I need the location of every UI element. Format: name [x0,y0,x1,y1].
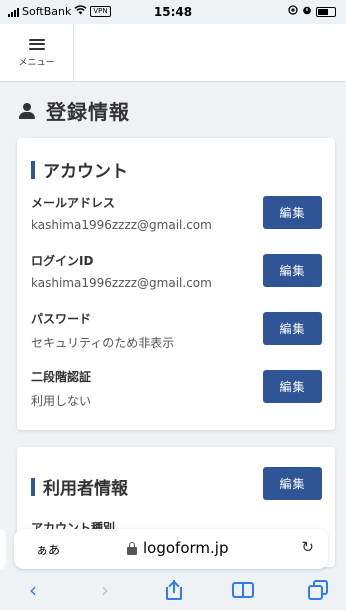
tabs-icon[interactable] [308,580,328,600]
back-icon[interactable]: ‹ [18,578,48,602]
menu-button[interactable]: メニュー [0,24,74,82]
page-title: 登録情報 [18,96,130,125]
hamburger-icon [28,38,45,50]
app-frame: SoftBank VPN 15:48 メニュー 登録情報 アカウント メールアド… [0,0,346,610]
share-icon[interactable] [166,580,182,600]
two-factor-label: 二段階認証 [31,370,92,384]
lock-icon [127,542,137,555]
login-id-label: ログインID [31,254,94,268]
edit-login-id-button[interactable]: 編集 [263,254,322,287]
email-value: kashima1996zzzz@gmail.com [31,218,212,232]
edit-password-button[interactable]: 編集 [263,312,322,345]
status-right [288,5,336,18]
battery-icon [316,6,336,17]
menu-label: メニュー [18,57,55,68]
alarm-icon [302,5,312,18]
edit-two-factor-button[interactable]: 編集 [263,370,322,403]
email-label: メールアドレス [31,196,116,210]
password-label: パスワード [31,312,92,326]
section-accent-bar [31,160,35,179]
account-section-header: アカウント [31,157,128,182]
browser-toolbar: ‹ › [0,574,346,610]
account-card: アカウント メールアドレス kashima1996zzzz@gmail.com … [17,138,335,430]
edit-user-info-button[interactable]: 編集 [263,467,322,500]
user-section-title: 利用者情報 [43,479,128,499]
reader-aa-button[interactable]: ぁあ [36,541,60,558]
person-icon [18,102,36,120]
login-id-value: kashima1996zzzz@gmail.com [31,276,212,290]
section-accent-bar [31,477,35,496]
previous-tab-edge[interactable] [0,529,6,569]
page-title-text: 登録情報 [46,100,130,124]
account-section-title: アカウント [43,162,128,182]
forward-icon[interactable]: › [90,578,120,602]
two-factor-value: 利用しない [31,394,92,408]
address-bar[interactable]: ぁあ logoform.jp ↻ [14,529,328,569]
site-header: メニュー [0,24,346,82]
reload-icon[interactable]: ↻ [301,538,314,556]
location-icon [288,5,298,18]
password-value: セキュリティのため非表示 [31,336,175,350]
status-bar: SoftBank VPN 15:48 [0,0,346,24]
bookmarks-icon[interactable] [232,582,256,598]
url-text[interactable]: logoform.jp [143,539,228,557]
user-section-header: 利用者情報 [31,474,128,499]
edit-email-button[interactable]: 編集 [263,196,322,229]
